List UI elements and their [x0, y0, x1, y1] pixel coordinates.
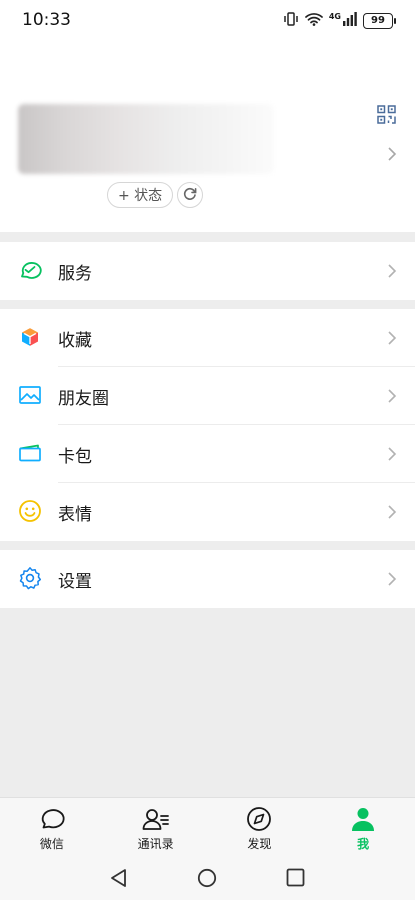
person-icon [350, 806, 376, 832]
wifi-icon [305, 11, 323, 30]
signal-icon [343, 11, 357, 30]
tab-discover[interactable]: 发现 [208, 798, 312, 856]
menu-item-service[interactable]: 服务 [0, 242, 415, 300]
add-status-button[interactable]: + 状态 [107, 182, 174, 208]
vibrate-icon [283, 11, 299, 30]
tab-contacts[interactable]: 通讯录 [104, 798, 208, 856]
menu-item-moments[interactable]: 朋友圈 [0, 367, 415, 425]
menu-group-settings: 设置 [0, 550, 415, 608]
status-icons: 4G 99 [283, 11, 396, 30]
profile-header[interactable]: + 状态 [0, 40, 415, 232]
menu-item-stickers-label: 表情 [58, 504, 92, 525]
menu-item-stickers[interactable]: 表情 [0, 483, 415, 541]
status-time: 10:33 [22, 10, 71, 30]
chat-bubble-icon [39, 806, 65, 832]
refresh-button[interactable] [177, 182, 203, 208]
system-nav-bar [0, 856, 415, 900]
menu-group-service: 服务 [0, 242, 415, 300]
bottom-tab-bar: 微信 通讯录 发现 我 [0, 797, 415, 856]
menu-item-moments-label: 朋友圈 [58, 388, 109, 409]
chevron-right-icon[interactable] [387, 146, 397, 166]
compass-icon [246, 806, 272, 832]
chevron-right-icon [387, 446, 397, 466]
menu-item-cards[interactable]: 卡包 [0, 425, 415, 483]
settings-gear-icon [18, 566, 42, 590]
chevron-right-icon [387, 263, 397, 283]
qr-code-icon[interactable] [377, 105, 396, 128]
network-type: 4G [328, 12, 341, 21]
sticker-icon [18, 499, 42, 523]
profile-blurred-info[interactable] [18, 104, 274, 174]
tab-chats[interactable]: 微信 [0, 798, 104, 856]
menu-item-settings[interactable]: 设置 [0, 550, 415, 608]
chevron-right-icon [387, 388, 397, 408]
refresh-icon [183, 186, 197, 205]
favorites-icon [18, 325, 42, 349]
contacts-icon [142, 806, 170, 832]
tab-discover-label: 发现 [247, 837, 272, 851]
menu-item-favorites[interactable]: 收藏 [0, 309, 415, 367]
service-icon [18, 258, 42, 282]
menu-group-main: 收藏 朋友圈 卡包 表情 [0, 309, 415, 541]
menu-item-service-label: 服务 [58, 263, 92, 284]
chevron-right-icon [387, 571, 397, 591]
status-bar: 10:33 4G 99 [0, 0, 415, 40]
back-icon[interactable] [109, 868, 129, 892]
tab-me[interactable]: 我 [311, 798, 415, 856]
menu-item-cards-label: 卡包 [58, 446, 92, 467]
tab-me-label: 我 [357, 837, 370, 851]
home-icon[interactable] [197, 868, 217, 892]
tab-contacts-label: 通讯录 [137, 837, 174, 851]
add-status-label: + 状态 [118, 188, 163, 204]
battery-icon: 99 [363, 12, 396, 29]
menu-item-favorites-label: 收藏 [58, 330, 92, 351]
chevron-right-icon [387, 504, 397, 524]
chevron-right-icon [387, 330, 397, 350]
moments-icon [18, 383, 42, 407]
tab-chats-label: 微信 [39, 837, 64, 851]
menu-item-settings-label: 设置 [58, 571, 92, 592]
recents-icon[interactable] [286, 868, 305, 891]
card-wallet-icon [18, 441, 42, 465]
